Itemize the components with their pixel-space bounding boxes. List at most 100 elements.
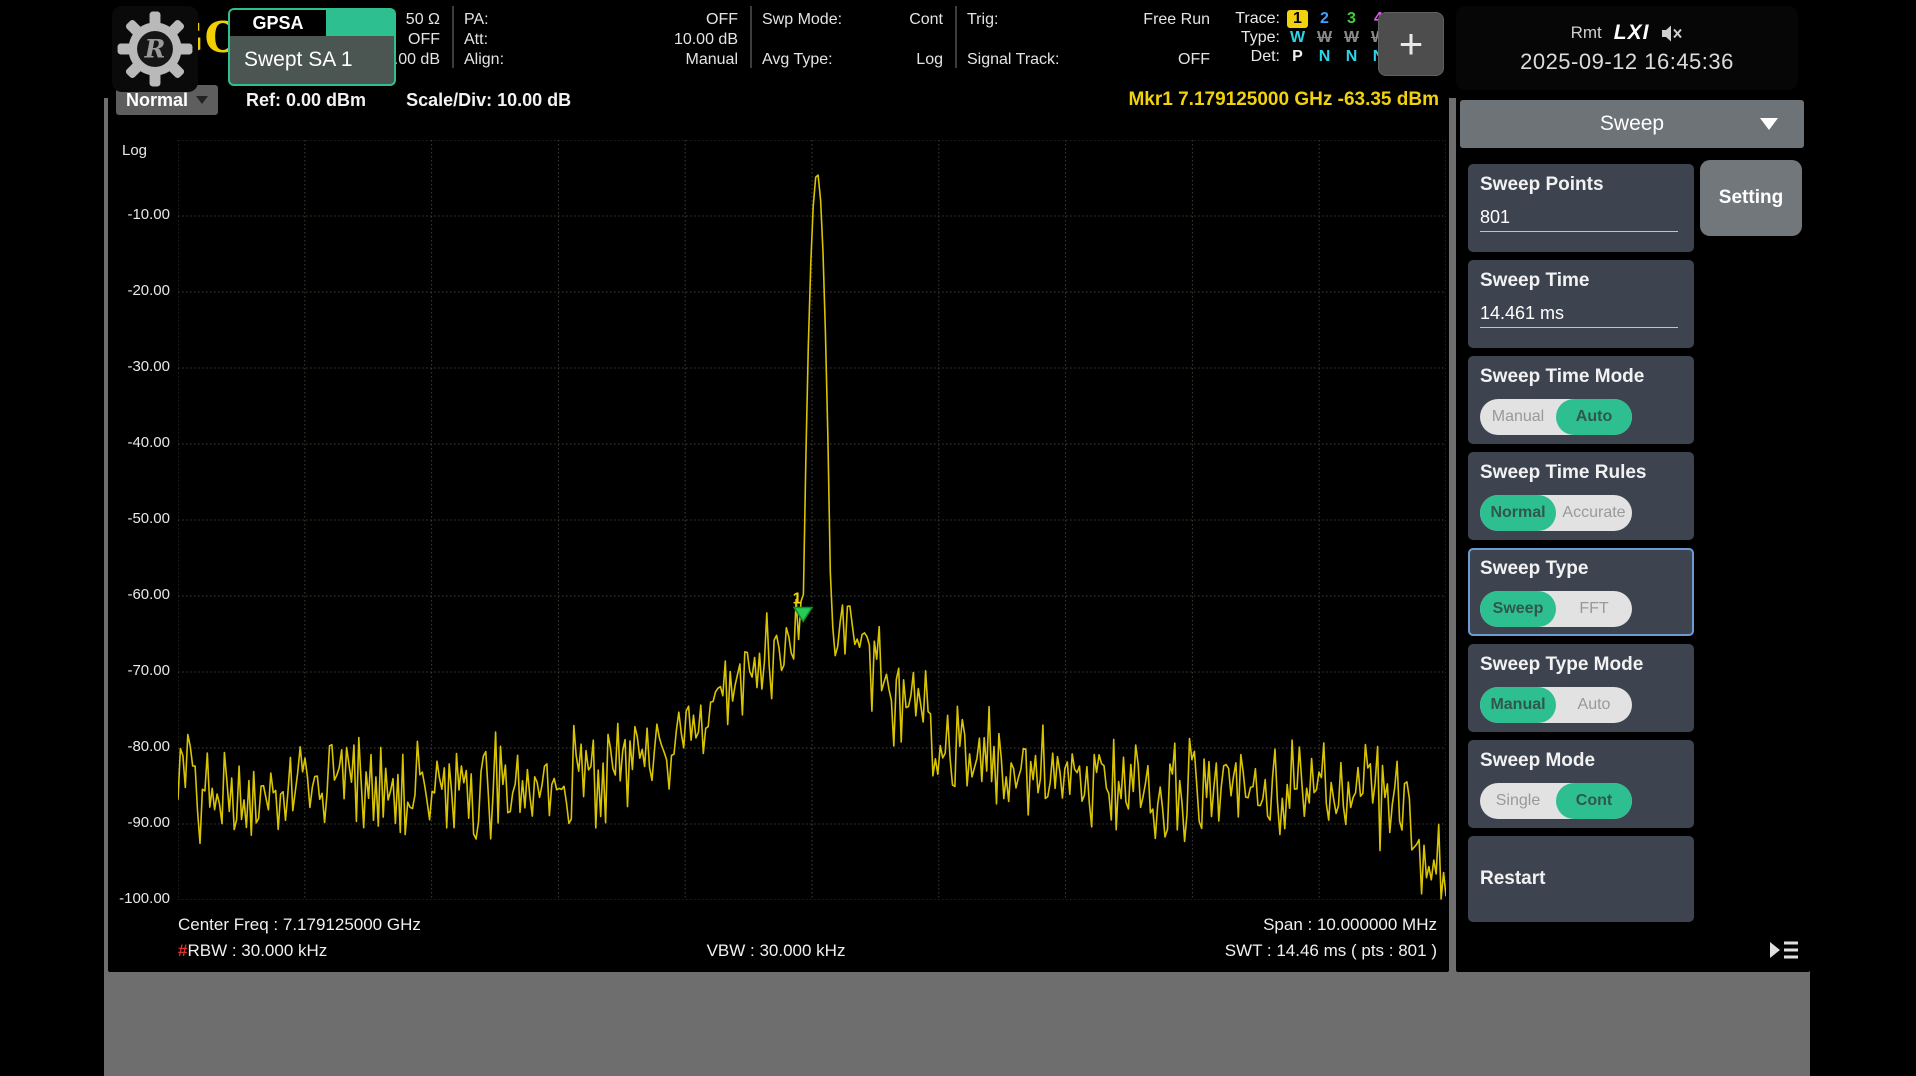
setting-label: Swp Mode:	[762, 10, 842, 30]
trace-select-2[interactable]: 2	[1311, 9, 1338, 28]
sweep-menu-panel: Sweep Setting Sweep Points801 Sweep Time 1…	[1456, 76, 1810, 972]
sweep-mode-settings: Swp Mode:ContAvg Type:Log	[750, 6, 955, 68]
card-sweep-time[interactable]: Sweep Time 14.461 ms	[1468, 260, 1694, 348]
menu-title-dropdown[interactable]: Sweep	[1460, 100, 1804, 148]
card-sweep-points[interactable]: Sweep Points801	[1468, 164, 1694, 252]
card-sweep-mode[interactable]: Sweep ModeSingleCont	[1468, 740, 1694, 828]
menu-cards: Sweep Points801Sweep Time14.461 msSweep …	[1468, 164, 1694, 922]
setting-row: Avg Type: Log	[762, 50, 943, 70]
instrument-ui: RIGOL Input Z:50 ΩCorrections:OFFExt Gai…	[104, 0, 1810, 1076]
setting-label: Align:	[464, 50, 504, 70]
toggle-option-auto[interactable]: Auto	[1556, 687, 1632, 723]
toggle-option-auto[interactable]: Auto	[1556, 399, 1632, 435]
system-menu-button[interactable]: R	[112, 6, 198, 92]
setting-label: Att:	[464, 30, 488, 50]
trace-detector-2[interactable]: N	[1311, 47, 1338, 66]
trigger-settings: Trig: Free Run Signal Track:OFF	[955, 6, 1222, 68]
card-title: Restart	[1480, 868, 1545, 890]
menu-collapse-icon[interactable]	[1768, 938, 1800, 962]
attenuation-settings: PA: OFF Att: 10.00 dB Align: Manual	[452, 6, 750, 68]
setting-label: Trig:	[967, 10, 998, 30]
center-freq-label: Center Freq : 7.179125000 GHz	[178, 912, 421, 938]
setting-label: Avg Type:	[762, 50, 833, 70]
remote-status: Rmt	[1571, 23, 1602, 43]
y-tick-label: -40.00	[108, 434, 170, 451]
card-sweep-type-mode[interactable]: Sweep Type ModeManualAuto	[1468, 644, 1694, 732]
spectrum-chart: 1	[178, 140, 1446, 900]
y-tick-label: -50.00	[108, 510, 170, 527]
rbw-label: #RBW : 30.000 kHz	[178, 938, 327, 964]
spectrum-panel: Normal Ref: 0.00 dBm Scale/Div: 10.00 dB…	[108, 76, 1449, 972]
svg-text:1: 1	[793, 590, 802, 607]
setting-value: Log	[916, 50, 943, 70]
toggle-option-single[interactable]: Single	[1480, 783, 1556, 819]
card-sweep-time-mode[interactable]: Sweep Time ModeManualAuto	[1468, 356, 1694, 444]
marker-readout: Mkr1 7.179125000 GHz -63.35 dBm	[1128, 89, 1439, 111]
setting-label: PA:	[464, 10, 489, 30]
trace-detector-3[interactable]: N	[1338, 47, 1365, 66]
toggle-sweep-type-mode: ManualAuto	[1480, 687, 1632, 723]
ref-level-label: Ref: 0.00 dBm	[246, 90, 366, 111]
chevron-down-icon	[1760, 118, 1778, 130]
y-tick-label: -90.00	[108, 814, 170, 831]
lxi-logo: LXI	[1614, 21, 1650, 45]
setting-value: 50 Ω	[406, 10, 440, 30]
svg-text:R: R	[144, 35, 166, 64]
system-status[interactable]: Rmt LXI 2025-09-12 16:45:36	[1456, 6, 1798, 90]
vbw-label: VBW : 30.000 kHz	[707, 938, 846, 964]
toggle-sweep-mode: SingleCont	[1480, 783, 1632, 819]
setting-value: OFF	[706, 10, 738, 30]
trace-type-1[interactable]: W	[1284, 28, 1311, 47]
y-tick-label: -10.00	[108, 206, 170, 223]
setting-row: Signal Track:OFF	[967, 50, 1210, 70]
setting-row: PA: OFF	[464, 10, 738, 30]
toggle-sweep-type: SweepFFT	[1480, 591, 1632, 627]
toggle-option-cont[interactable]: Cont	[1556, 783, 1632, 819]
chevron-down-icon	[196, 96, 208, 104]
card-sweep-time-rules[interactable]: Sweep Time Rules NormalAccurate	[1468, 452, 1694, 540]
card-value-field[interactable]: 801	[1480, 207, 1678, 232]
setting-value: OFF	[408, 30, 440, 50]
plot-footer: Center Freq : 7.179125000 GHz Span : 10.…	[178, 912, 1437, 964]
setting-value: Manual	[686, 50, 738, 70]
scale-div-label: Scale/Div: 10.00 dB	[406, 90, 571, 111]
card-sweep-type[interactable]: Sweep Type SweepFFT	[1468, 548, 1694, 636]
setting-value: OFF	[1178, 50, 1210, 70]
span-label: Span : 10.000000 MHz	[1263, 912, 1437, 938]
toggle-option-fft[interactable]: FFT	[1556, 591, 1632, 627]
card-restart[interactable]: Restart	[1468, 836, 1694, 922]
y-tick-label: -80.00	[108, 738, 170, 755]
trace-select-3[interactable]: 3	[1338, 9, 1365, 28]
trace-detector-1[interactable]: P	[1284, 47, 1311, 66]
setting-value: 10.00 dB	[674, 30, 738, 50]
speaker-muted-icon	[1661, 25, 1683, 42]
setting-value: Free Run	[1143, 10, 1210, 30]
y-tick-label: -20.00	[108, 282, 170, 299]
y-tick-label: -30.00	[108, 358, 170, 375]
app-tab-swept-sa[interactable]: GPSA Swept SA 1	[228, 8, 396, 88]
toggle-option-manual[interactable]: Manual	[1480, 399, 1556, 435]
toggle-option-accurate[interactable]: Accurate	[1556, 495, 1632, 531]
card-title: Sweep Type	[1480, 558, 1682, 580]
trace-type-3[interactable]: W	[1338, 28, 1365, 47]
y-tick-label: -100.00	[108, 890, 170, 907]
setting-row: Att: 10.00 dB	[464, 30, 738, 50]
card-title: Sweep Time Rules	[1480, 462, 1682, 484]
gear-icon: R	[116, 10, 194, 88]
toggle-option-normal[interactable]: Normal	[1480, 495, 1556, 531]
amplitude-scale-type: Log	[122, 142, 147, 159]
toggle-option-sweep[interactable]: Sweep	[1480, 591, 1556, 627]
card-value-field[interactable]: 14.461 ms	[1480, 303, 1678, 328]
add-app-button[interactable]: +	[1378, 12, 1444, 76]
trace-select-1[interactable]: 1	[1287, 10, 1308, 28]
toggle-option-manual[interactable]: Manual	[1480, 687, 1556, 723]
toggle-sweep-time-mode: ManualAuto	[1480, 399, 1632, 435]
tab-setting[interactable]: Setting	[1700, 160, 1802, 236]
trace-type-2[interactable]: W	[1311, 28, 1338, 47]
app-tab-label: Swept SA 1	[228, 36, 396, 86]
setting-row: Align: Manual	[464, 50, 738, 70]
swt-label: SWT : 14.46 ms ( pts : 801 )	[1225, 938, 1437, 964]
screen: RIGOL Input Z:50 ΩCorrections:OFFExt Gai…	[0, 0, 1916, 1076]
card-title: Sweep Time	[1480, 270, 1682, 292]
trace-row-label: Det:	[1222, 47, 1280, 66]
